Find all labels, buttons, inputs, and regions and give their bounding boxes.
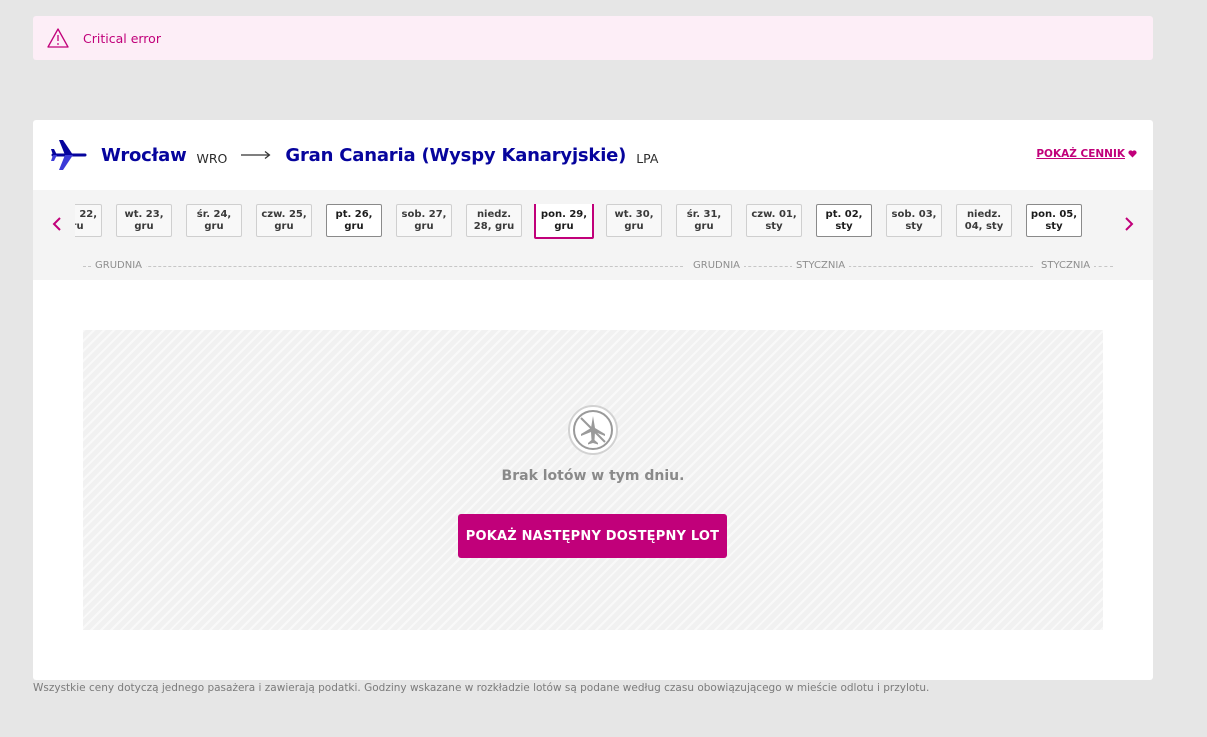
date-cell[interactable]: śr. 24, gru	[186, 204, 242, 237]
show-next-flight-button[interactable]: POKAŻ NASTĘPNY DOSTĘPNY LOT	[458, 514, 727, 558]
date-strip: pon. 22, gru wt. 23, gru śr. 24, gru czw. 2…	[33, 190, 1153, 280]
date-cell[interactable]: pt. 26, gru	[326, 204, 382, 237]
no-flight-icon	[568, 405, 618, 455]
prev-dates-button[interactable]	[49, 214, 65, 234]
month-indicator: GRUDNIA GRUDNIA STYCZNIA STYCZNIA	[33, 260, 1153, 272]
arrow-right-icon	[241, 151, 271, 159]
date-cell[interactable]: pt. 02, sty	[816, 204, 872, 237]
date-cell[interactable]: śr. 31, gru	[676, 204, 732, 237]
footer-disclaimer: Wszystkie ceny dotyczą jednego pasażera …	[33, 682, 930, 694]
month-label-december-end: GRUDNIA	[689, 260, 744, 272]
month-label-january-end: STYCZNIA	[1037, 260, 1095, 272]
date-cell[interactable]: wt. 30, gru	[606, 204, 662, 237]
show-price-list-link[interactable]: POKAŻ CENNIK	[1036, 148, 1137, 160]
date-cell[interactable]: sob. 03, sty	[886, 204, 942, 237]
error-message: Critical error	[83, 30, 161, 46]
airplane-icon	[51, 140, 87, 170]
date-cell[interactable]: wt. 23, gru	[116, 204, 172, 237]
month-label-december: GRUDNIA	[91, 260, 146, 272]
date-cell[interactable]: niedz. 28, gru	[466, 204, 522, 237]
flight-selection-card: Wrocław WRO Gran Canaria (Wyspy Kanaryjs…	[33, 120, 1153, 680]
date-cell[interactable]: czw. 25, gru	[256, 204, 312, 237]
error-banner: Critical error	[33, 16, 1153, 60]
chevron-left-icon	[52, 217, 61, 231]
origin-code: WRO	[196, 150, 228, 166]
origin-city: Wrocław	[101, 144, 187, 166]
date-cell[interactable]: czw. 01, sty	[746, 204, 802, 237]
date-cell-selected[interactable]: pon. 29, gru	[534, 204, 594, 239]
price-link-label: POKAŻ CENNIK	[1036, 148, 1125, 160]
no-flights-panel: Brak lotów w tym dniu. POKAŻ NASTĘPNY DO…	[83, 330, 1103, 630]
warning-icon	[47, 27, 69, 49]
chevron-right-icon	[1125, 217, 1134, 231]
date-list: pon. 22, gru wt. 23, gru śr. 24, gru czw. 2…	[75, 204, 1103, 240]
date-cell[interactable]: niedz. 04, sty	[956, 204, 1012, 237]
month-label-january: STYCZNIA	[792, 260, 850, 272]
no-flights-message: Brak lotów w tym dniu.	[501, 468, 685, 484]
heart-icon	[1128, 150, 1137, 158]
destination-city: Gran Canaria (Wyspy Kanaryjskie)	[285, 144, 627, 166]
route-header: Wrocław WRO Gran Canaria (Wyspy Kanaryjs…	[33, 120, 1153, 190]
date-cell[interactable]: pon. 05, sty	[1026, 204, 1082, 237]
destination-code: LPA	[636, 150, 659, 166]
next-dates-button[interactable]	[1121, 214, 1137, 234]
date-cell[interactable]: pon. 22, gru	[75, 204, 102, 237]
date-cell[interactable]: sob. 27, gru	[396, 204, 452, 237]
